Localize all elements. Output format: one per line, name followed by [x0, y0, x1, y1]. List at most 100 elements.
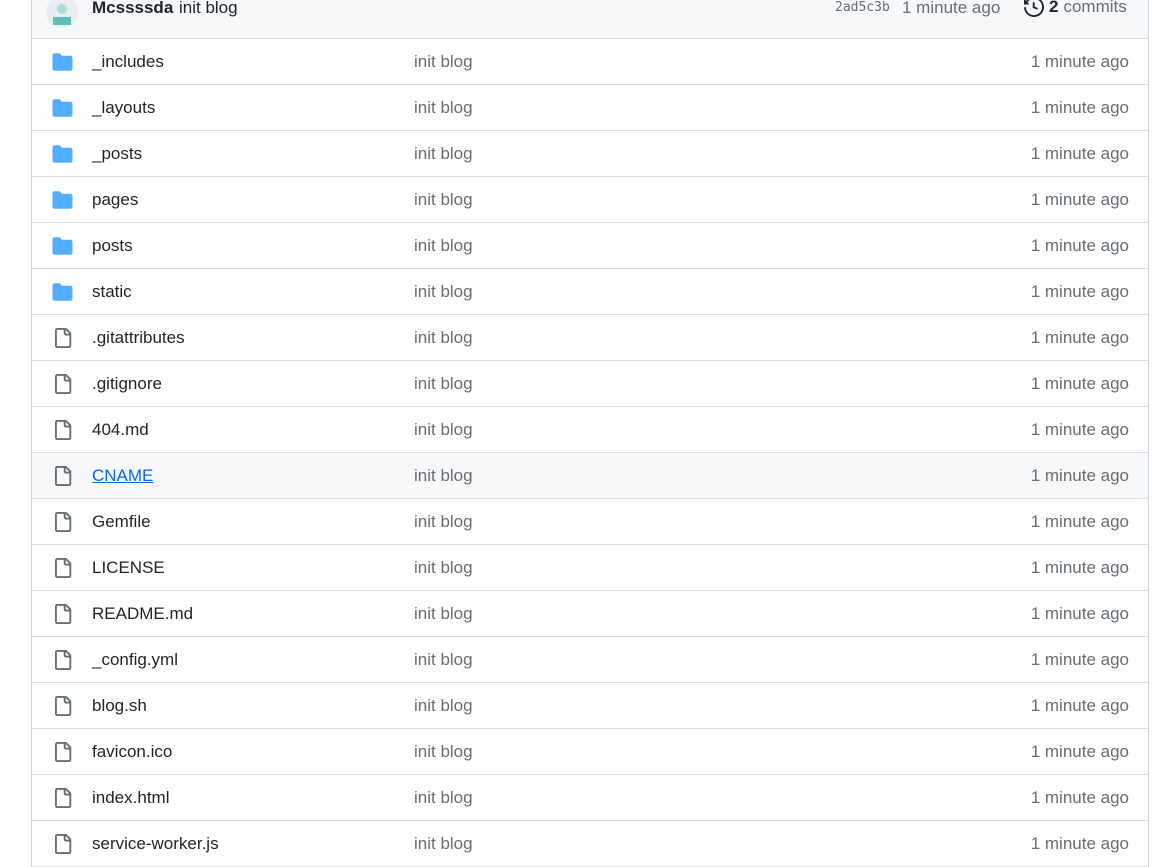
- commit-age: 1 minute ago: [1030, 788, 1129, 807]
- commit-age: 1 minute ago: [1030, 420, 1129, 439]
- file-name-link[interactable]: index.html: [92, 788, 169, 808]
- commits-label: commits: [1063, 0, 1127, 16]
- file-row[interactable]: service-worker.js init blog 1 minute ago: [32, 821, 1148, 867]
- latest-commit-bar: Mcssssda init blog 2ad5c3b 1 minute ago …: [32, 0, 1148, 39]
- file-row[interactable]: favicon.ico init blog 1 minute ago: [32, 729, 1148, 775]
- commit-age: 1 minute ago: [1030, 328, 1129, 347]
- file-rows: _includes init blog 1 minute ago _layouts in…: [32, 39, 1148, 867]
- commit-message-link[interactable]: init blog: [414, 282, 473, 302]
- file-name-link[interactable]: favicon.ico: [92, 742, 172, 762]
- file-icon: [52, 604, 73, 624]
- commit-age: 1 minute ago: [1030, 98, 1129, 117]
- file-icon: [52, 788, 73, 808]
- file-icon: [52, 696, 73, 716]
- commit-age: 1 minute ago: [1030, 696, 1129, 715]
- file-icon: [52, 650, 73, 670]
- commit-age: 1 minute ago: [1030, 650, 1129, 669]
- file-name-link[interactable]: CNAME: [92, 466, 153, 486]
- file-name-link[interactable]: Gemfile: [92, 512, 151, 532]
- commit-message-link[interactable]: init blog: [414, 696, 473, 716]
- commits-link[interactable]: 2 commits: [1024, 0, 1127, 18]
- file-row[interactable]: posts init blog 1 minute ago: [32, 223, 1148, 269]
- file-name-link[interactable]: posts: [92, 236, 133, 256]
- commit-message-link[interactable]: init blog: [414, 98, 473, 118]
- file-row[interactable]: _includes init blog 1 minute ago: [32, 39, 1148, 85]
- file-row[interactable]: _posts init blog 1 minute ago: [32, 131, 1148, 177]
- file-name-link[interactable]: .gitattributes: [92, 328, 185, 348]
- file-icon: [52, 374, 73, 394]
- commit-message-link[interactable]: init blog: [414, 558, 473, 578]
- commit-author[interactable]: Mcssssda: [92, 0, 173, 18]
- file-name-link[interactable]: service-worker.js: [92, 834, 219, 854]
- file-icon: [52, 328, 73, 348]
- file-row[interactable]: _config.yml init blog 1 minute ago: [32, 637, 1148, 683]
- history-icon: [1024, 0, 1044, 17]
- file-row[interactable]: README.md init blog 1 minute ago: [32, 591, 1148, 637]
- commit-message-link[interactable]: init blog: [414, 144, 473, 164]
- file-name-link[interactable]: _config.yml: [92, 650, 178, 670]
- file-row[interactable]: 404.md init blog 1 minute ago: [32, 407, 1148, 453]
- commit-message-link[interactable]: init blog: [414, 190, 473, 210]
- commit-age: 1 minute ago: [1030, 512, 1129, 531]
- commit-message-link[interactable]: init blog: [414, 466, 473, 486]
- commit-age: 1 minute ago: [1030, 834, 1129, 853]
- file-name-link[interactable]: _posts: [92, 144, 142, 164]
- commit-age: 1 minute ago: [1030, 236, 1129, 255]
- file-row[interactable]: .gitattributes init blog 1 minute ago: [32, 315, 1148, 361]
- file-icon: [52, 466, 73, 486]
- commit-message-link[interactable]: init blog: [414, 788, 473, 808]
- file-name-link[interactable]: LICENSE: [92, 558, 165, 578]
- file-name-link[interactable]: _layouts: [92, 98, 155, 118]
- commit-age: 1 minute ago: [1030, 558, 1129, 577]
- commit-message-link[interactable]: init blog: [414, 604, 473, 624]
- folder-icon: [52, 98, 73, 118]
- commit-age: 1 minute ago: [1030, 52, 1129, 71]
- commit-message-link[interactable]: init blog: [414, 374, 473, 394]
- commit-time: 1 minute ago: [902, 0, 1001, 17]
- commit-message-link[interactable]: init blog: [414, 52, 473, 72]
- commit-message-link[interactable]: init blog: [414, 328, 473, 348]
- commit-message-link[interactable]: init blog: [414, 742, 473, 762]
- commit-sha[interactable]: 2ad5c3b: [835, 0, 890, 15]
- commit-age: 1 minute ago: [1030, 144, 1129, 163]
- commit-message-link[interactable]: init blog: [414, 420, 473, 440]
- commit-message-link[interactable]: init blog: [414, 650, 473, 670]
- avatar[interactable]: [46, 0, 78, 28]
- file-row[interactable]: static init blog 1 minute ago: [32, 269, 1148, 315]
- file-row[interactable]: LICENSE init blog 1 minute ago: [32, 545, 1148, 591]
- file-row[interactable]: CNAME init blog 1 minute ago: [32, 453, 1148, 499]
- commit-message-link[interactable]: init blog: [414, 512, 473, 532]
- file-name-link[interactable]: README.md: [92, 604, 193, 624]
- file-icon: [52, 834, 73, 854]
- file-row[interactable]: pages init blog 1 minute ago: [32, 177, 1148, 223]
- file-name-link[interactable]: _includes: [92, 52, 164, 72]
- file-list-box: Mcssssda init blog 2ad5c3b 1 minute ago …: [31, 0, 1149, 867]
- file-icon: [52, 558, 73, 578]
- file-icon: [52, 742, 73, 762]
- file-row[interactable]: blog.sh init blog 1 minute ago: [32, 683, 1148, 729]
- file-name-link[interactable]: 404.md: [92, 420, 149, 440]
- commit-age: 1 minute ago: [1030, 466, 1129, 485]
- commit-message-link[interactable]: init blog: [414, 236, 473, 256]
- file-name-link[interactable]: .gitignore: [92, 374, 162, 394]
- folder-icon: [52, 52, 73, 72]
- folder-icon: [52, 190, 73, 210]
- commit-message-link[interactable]: init blog: [414, 834, 473, 854]
- commit-age: 1 minute ago: [1030, 374, 1129, 393]
- commit-age: 1 minute ago: [1030, 282, 1129, 301]
- file-name-link[interactable]: pages: [92, 190, 138, 210]
- file-name-link[interactable]: blog.sh: [92, 696, 147, 716]
- file-row[interactable]: .gitignore init blog 1 minute ago: [32, 361, 1148, 407]
- file-row[interactable]: Gemfile init blog 1 minute ago: [32, 499, 1148, 545]
- folder-icon: [52, 236, 73, 256]
- commit-age: 1 minute ago: [1030, 742, 1129, 761]
- file-icon: [52, 512, 73, 532]
- file-row[interactable]: _layouts init blog 1 minute ago: [32, 85, 1148, 131]
- folder-icon: [52, 282, 73, 302]
- folder-icon: [52, 144, 73, 164]
- file-icon: [52, 420, 73, 440]
- commit-message[interactable]: init blog: [179, 0, 238, 18]
- file-name-link[interactable]: static: [92, 282, 132, 302]
- commits-count: 2: [1049, 0, 1059, 16]
- file-row[interactable]: index.html init blog 1 minute ago: [32, 775, 1148, 821]
